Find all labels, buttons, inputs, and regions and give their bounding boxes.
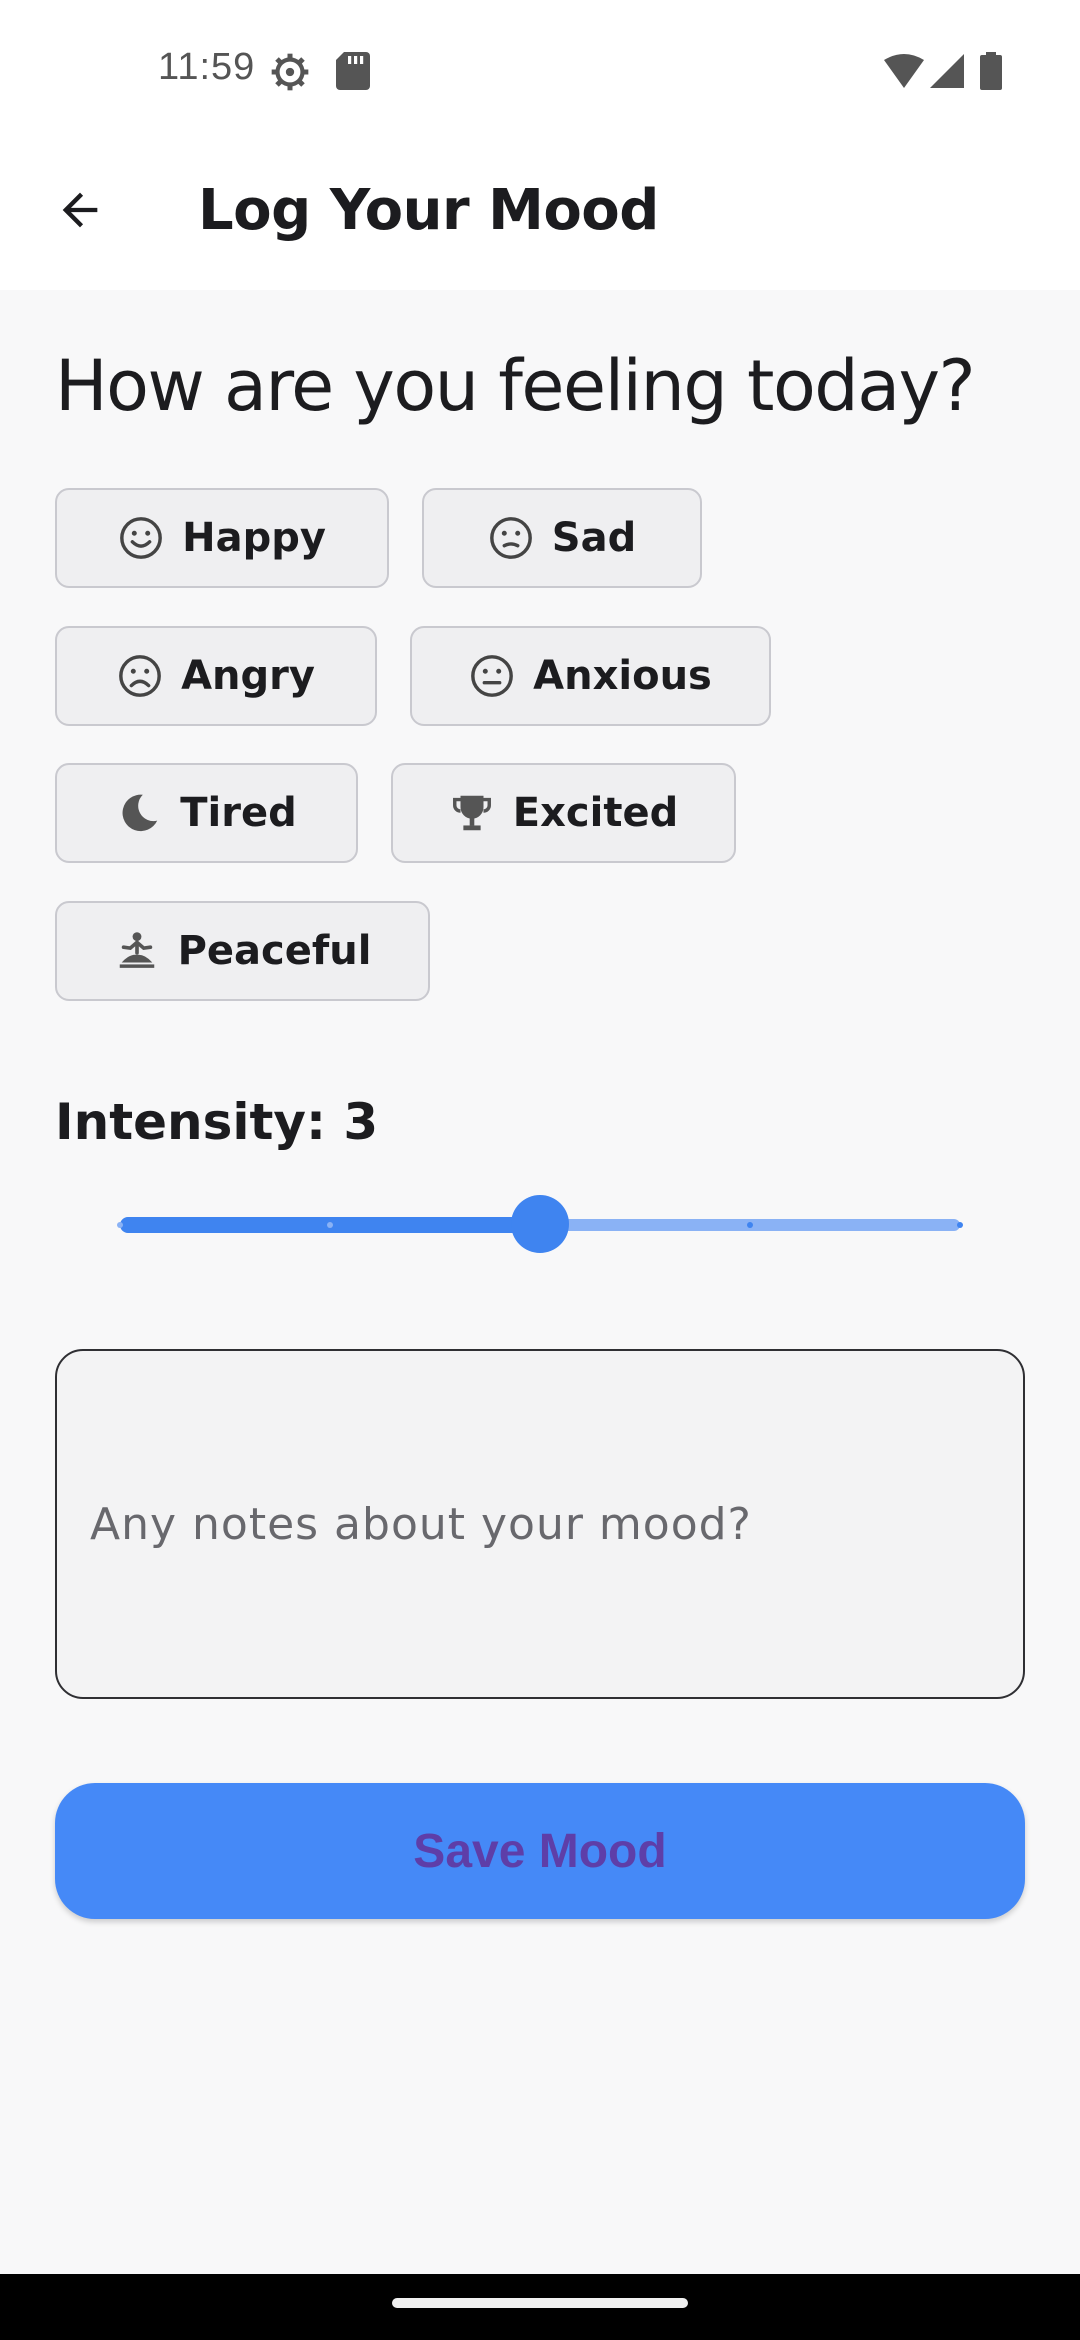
slider-thumb[interactable] <box>511 1195 569 1253</box>
battery-icon <box>980 52 1002 90</box>
mood-chip-label: Happy <box>182 515 326 561</box>
mood-chip-anxious[interactable]: Anxious <box>410 626 771 726</box>
slider-tick <box>327 1222 333 1228</box>
mood-chip-label: Excited <box>512 790 679 836</box>
app-bar: Log Your Mood <box>0 140 1080 290</box>
back-button[interactable] <box>40 170 120 250</box>
frown-icon <box>119 655 161 697</box>
mood-chip-label: Tired <box>180 790 297 836</box>
mood-chip-peaceful[interactable]: Peaceful <box>55 901 430 1001</box>
moon-icon <box>122 794 158 832</box>
mood-chip-label: Sad <box>551 515 637 561</box>
mood-chip-label: Angry <box>181 653 315 699</box>
slider-tick <box>747 1222 753 1228</box>
mood-chip-label: Peaceful <box>177 928 372 974</box>
signal-icon <box>930 54 964 88</box>
system-nav-bar <box>0 2274 1080 2340</box>
mood-question-heading: How are you feeling today? <box>55 345 976 427</box>
save-mood-button-label: Save Mood <box>413 1824 667 1878</box>
slider-tick <box>117 1222 123 1228</box>
save-mood-button[interactable]: Save Mood <box>55 1783 1025 1919</box>
mood-chip-excited[interactable]: Excited <box>391 763 736 863</box>
notes-input[interactable]: Any notes about your mood? <box>55 1349 1025 1699</box>
page-title: Log Your Mood <box>198 178 659 243</box>
slider-tick <box>957 1222 963 1228</box>
mood-chip-tired[interactable]: Tired <box>55 763 358 863</box>
mood-chip-angry[interactable]: Angry <box>55 626 377 726</box>
mood-chip-happy[interactable]: Happy <box>55 488 389 588</box>
status-bar: 11:59 <box>0 0 1080 140</box>
notes-placeholder: Any notes about your mood? <box>90 1498 752 1550</box>
trophy-icon <box>452 795 491 831</box>
mood-chip-sad[interactable]: Sad <box>422 488 702 588</box>
sad-face-icon <box>489 517 532 559</box>
sd-card-icon <box>336 52 370 90</box>
intensity-label: Intensity: 3 <box>55 1093 379 1151</box>
arrow-back-icon <box>62 192 98 228</box>
status-time: 11:59 <box>158 46 256 88</box>
mood-chip-label: Anxious <box>533 653 712 699</box>
home-gesture-handle[interactable] <box>392 2298 688 2308</box>
intensity-slider[interactable] <box>117 1195 963 1255</box>
settings-icon <box>271 53 309 91</box>
smile-icon <box>120 517 162 559</box>
wifi-icon <box>884 54 924 88</box>
anxious-face-icon <box>471 655 514 697</box>
meditation-icon <box>119 932 154 968</box>
